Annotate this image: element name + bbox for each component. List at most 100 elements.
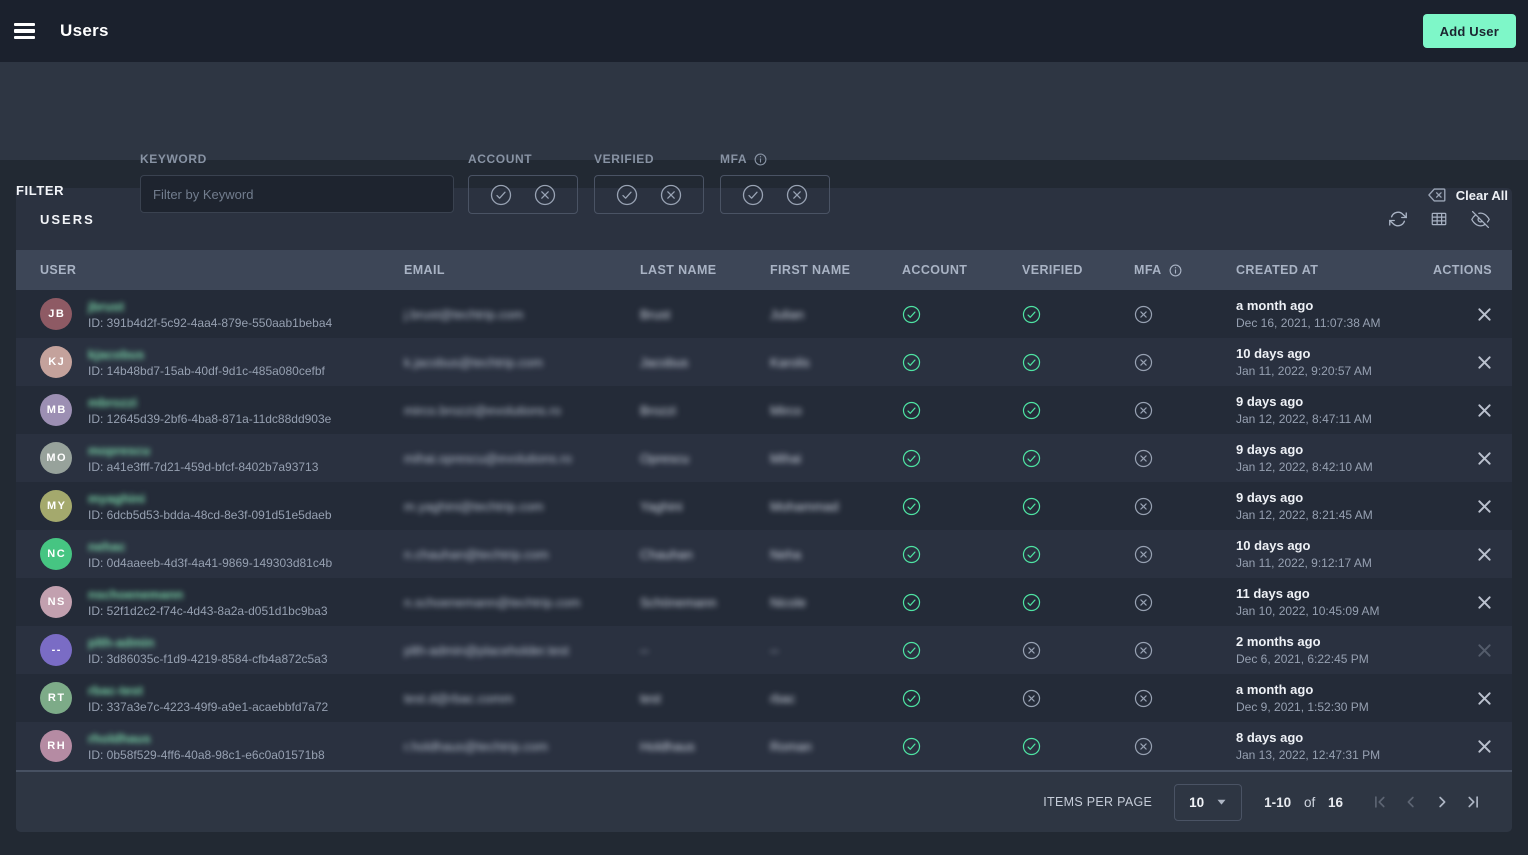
created-at-cell: 2 months agoDec 6, 2021, 6:22:45 PM xyxy=(1236,634,1412,666)
delete-user-button[interactable] xyxy=(1477,403,1492,418)
delete-user-button[interactable] xyxy=(1477,643,1492,658)
username-link[interactable]: jbrust xyxy=(88,300,124,313)
username-link[interactable]: rholdhaus xyxy=(88,732,151,745)
delete-user-button[interactable] xyxy=(1477,499,1492,514)
actions-cell xyxy=(1412,307,1492,322)
column-header-first-name: FIRST NAME xyxy=(770,263,902,277)
username-link[interactable]: nschoenemann xyxy=(88,588,183,601)
delete-user-button[interactable] xyxy=(1477,451,1492,466)
created-date: Dec 9, 2021, 1:52:30 PM xyxy=(1236,700,1412,714)
items-per-page-value: 10 xyxy=(1189,795,1204,810)
username-link[interactable]: moprescu xyxy=(88,444,150,457)
menu-button[interactable] xyxy=(14,19,38,43)
last-page-button[interactable] xyxy=(1464,793,1482,811)
user-cell: MYmyaghiniID: 6dcb5d53-bdda-48cd-8e3f-09… xyxy=(40,490,404,522)
refresh-button[interactable] xyxy=(1389,210,1407,228)
delete-user-button[interactable] xyxy=(1477,595,1492,610)
username-link[interactable]: myaghini xyxy=(88,492,145,505)
created-at-cell: 10 days agoJan 11, 2022, 9:20:57 AM xyxy=(1236,346,1412,378)
last-name-cell: Brozzi xyxy=(640,403,770,418)
status-cell xyxy=(1134,593,1236,612)
delete-user-button[interactable] xyxy=(1477,547,1492,562)
account-filter-yes-button[interactable] xyxy=(490,184,512,206)
user-id: ID: 337a3e7c-4223-49f9-a9e1-acaebbfd7a72 xyxy=(88,701,328,713)
account-filter-no-button[interactable] xyxy=(534,184,556,206)
filter-group-label: MFA xyxy=(720,152,830,166)
filter-section-label: FILTER xyxy=(16,183,64,198)
keyword-filter-group: KEYWORD xyxy=(140,152,454,213)
items-per-page-select[interactable]: 10 xyxy=(1174,784,1242,821)
created-relative: 11 days ago xyxy=(1236,586,1412,601)
verified-status-icon-check xyxy=(1022,737,1134,756)
delete-user-button[interactable] xyxy=(1477,355,1492,370)
account-status-icon-check xyxy=(902,353,1022,372)
columns-button[interactable] xyxy=(1430,210,1448,228)
page-title: Users xyxy=(60,21,109,41)
actions-cell xyxy=(1412,691,1492,706)
column-header-label: VERIFIED xyxy=(1022,263,1083,277)
column-header-verified: VERIFIED xyxy=(1022,263,1134,277)
verified-status-icon-check xyxy=(1022,497,1134,516)
user-id: ID: 0b58f529-4ff6-40a8-98c1-e6c0a01571b8 xyxy=(88,749,325,761)
account-status-icon-check xyxy=(902,689,1022,708)
last-name-cell: Chauhan xyxy=(640,547,770,562)
table-row: MYmyaghiniID: 6dcb5d53-bdda-48cd-8e3f-09… xyxy=(16,482,1512,530)
last-name-cell: Brust xyxy=(640,307,770,322)
backspace-icon xyxy=(1426,184,1448,206)
actions-cell xyxy=(1412,355,1492,370)
add-user-button[interactable]: Add User xyxy=(1423,14,1516,48)
column-header-label: USER xyxy=(40,263,76,277)
x-circle-icon xyxy=(660,184,682,206)
first-name-cell: rbac xyxy=(770,691,902,706)
first-page-icon xyxy=(1371,793,1389,811)
delete-user-button[interactable] xyxy=(1477,691,1492,706)
column-header-label: ACTIONS xyxy=(1433,263,1492,277)
close-icon xyxy=(1477,307,1492,322)
email-cell: m.yaghini@techtrip.com xyxy=(404,499,640,514)
verified-filter-no-button[interactable] xyxy=(660,184,682,206)
created-relative: a month ago xyxy=(1236,682,1412,697)
previous-page-button[interactable] xyxy=(1402,793,1420,811)
refresh-icon xyxy=(1389,210,1407,228)
mfa-status-icon-x xyxy=(1134,545,1236,564)
username-link[interactable]: mbrozzi xyxy=(88,396,137,409)
hide-columns-button[interactable] xyxy=(1471,210,1490,229)
table-row: RT rbac-test ID: 337a3e7c-4223-49f9-a9e1-a… xyxy=(16,674,1512,722)
column-header-label: EMAIL xyxy=(404,263,445,277)
table-row: --plth-adminID: 3d86035c-f1d9-4219-8584-… xyxy=(16,626,1512,674)
username-link[interactable]: rbac-test xyxy=(88,684,143,697)
keyword-input[interactable] xyxy=(140,175,454,213)
chevron-left-icon xyxy=(1402,793,1420,811)
created-relative: 2 months ago xyxy=(1236,634,1412,649)
delete-user-button[interactable] xyxy=(1477,307,1492,322)
avatar: RT xyxy=(40,682,72,714)
next-page-button[interactable] xyxy=(1433,793,1451,811)
mfa-filter-no-button[interactable] xyxy=(786,184,808,206)
user-cell: KJkjacobusID: 14b48bd7-15ab-40df-9d1c-48… xyxy=(40,346,404,378)
column-header-account: ACCOUNT xyxy=(902,263,1022,277)
avatar: RH xyxy=(40,730,72,762)
status-cell xyxy=(1022,737,1134,756)
created-relative: 9 days ago xyxy=(1236,442,1412,457)
username-link[interactable]: nehac xyxy=(88,540,126,553)
username-link[interactable]: plth-admin xyxy=(88,636,154,649)
verified-status-icon-check xyxy=(1022,401,1134,420)
created-at-cell: 9 days agoJan 12, 2022, 8:42:10 AM xyxy=(1236,442,1412,474)
mfa-filter-yes-button[interactable] xyxy=(742,184,764,206)
avatar: JB xyxy=(40,298,72,330)
status-cell xyxy=(1134,305,1236,324)
status-cell xyxy=(1022,593,1134,612)
delete-user-button[interactable] xyxy=(1477,739,1492,754)
username-link[interactable]: kjacobus xyxy=(88,348,144,361)
user-id: ID: 6dcb5d53-bdda-48cd-8e3f-091d51e5daeb xyxy=(88,509,332,521)
first-page-button[interactable] xyxy=(1371,793,1389,811)
actions-cell xyxy=(1412,739,1492,754)
clear-all-button[interactable]: Clear All xyxy=(1426,184,1508,206)
verified-filter-yes-button[interactable] xyxy=(616,184,638,206)
mfa-status-icon-x xyxy=(1134,353,1236,372)
column-header-label: CREATED AT xyxy=(1236,263,1318,277)
column-header-user: USER xyxy=(40,263,404,277)
eye-off-icon xyxy=(1471,210,1490,229)
first-name-cell: Mihai xyxy=(770,451,902,466)
last-name-cell: -- xyxy=(640,643,770,658)
